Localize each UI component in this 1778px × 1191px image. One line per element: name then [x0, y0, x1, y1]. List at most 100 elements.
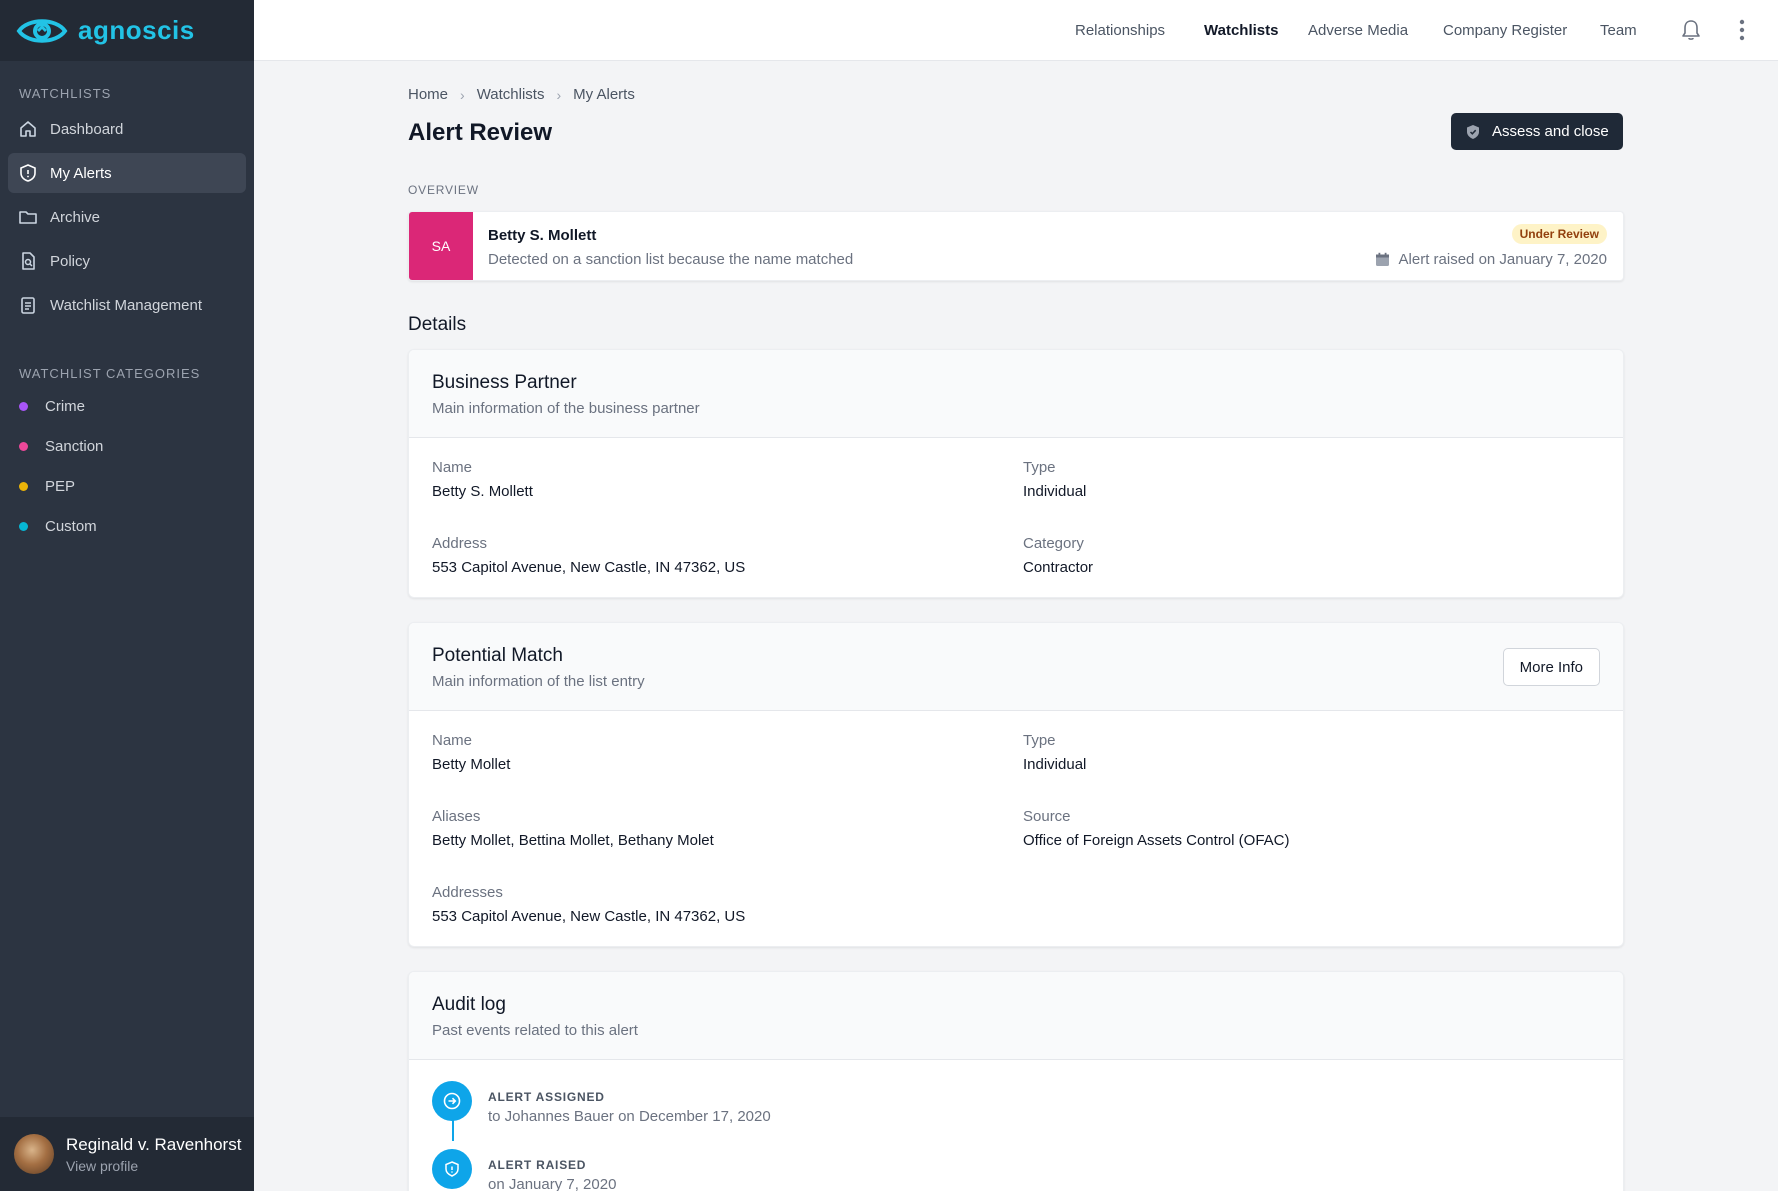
- category-label: Custom: [45, 518, 97, 535]
- alert-date-text: Alert raised on January 7, 2020: [1398, 251, 1607, 268]
- top-navbar: Relationships Watchlists Adverse Media C…: [254, 0, 1778, 61]
- card-title: Audit log: [432, 994, 506, 1015]
- card-header: Potential Match Main information of the …: [409, 623, 1623, 711]
- breadcrumb-home[interactable]: Home: [408, 86, 448, 103]
- nav-adverse-media[interactable]: Adverse Media: [1308, 22, 1408, 39]
- profile-name: Reginald v. Ravenhorst: [66, 1134, 242, 1154]
- more-vertical-icon[interactable]: [1738, 18, 1746, 42]
- field-value-aliases: Betty Mollet, Bettina Mollet, Bethany Mo…: [432, 832, 714, 849]
- card-title: Potential Match: [432, 645, 563, 666]
- page-title: Alert Review: [408, 119, 553, 146]
- category-sanction[interactable]: Sanction: [19, 438, 103, 455]
- field-value-type: Individual: [1023, 756, 1087, 773]
- field-label-type: Type: [1023, 732, 1056, 749]
- avatar: [14, 1134, 54, 1174]
- field-label-address: Address: [432, 535, 488, 552]
- sidebar-section-watchlists: WATCHLISTS: [19, 86, 112, 101]
- clipboard-icon: [21, 297, 35, 314]
- sidebar: agnoscis WATCHLISTS Dashboard My Alerts …: [0, 0, 254, 1191]
- bell-icon[interactable]: [1680, 18, 1702, 42]
- audit-log-card: Audit log Past events related to this al…: [408, 971, 1624, 1191]
- potential-match-card: Potential Match Main information of the …: [408, 622, 1624, 947]
- category-dot: [19, 482, 28, 491]
- assess-and-close-button[interactable]: Assess and close: [1451, 113, 1623, 150]
- nav-team[interactable]: Team: [1600, 22, 1637, 39]
- sidebar-item-label: My Alerts: [50, 164, 112, 182]
- sidebar-item-dashboard[interactable]: Dashboard: [8, 109, 246, 149]
- field-label-addresses: Addresses: [432, 884, 503, 901]
- user-profile[interactable]: Reginald v. Ravenhorst View profile: [0, 1117, 254, 1191]
- shield-check-icon: [1467, 125, 1479, 139]
- field-label-name: Name: [432, 732, 473, 749]
- timeline-marker: [432, 1149, 472, 1189]
- more-info-button[interactable]: More Info: [1502, 648, 1600, 686]
- arrow-circle-right-icon: [443, 1092, 461, 1110]
- field-value-name: Betty S. Mollett: [432, 483, 533, 500]
- sidebar-item-policy[interactable]: Policy: [8, 241, 246, 281]
- status-badge: Under Review: [1511, 224, 1607, 244]
- field-value-type: Individual: [1023, 483, 1087, 500]
- breadcrumb-my-alerts[interactable]: My Alerts: [573, 86, 635, 103]
- nav-company-register[interactable]: Company Register: [1443, 22, 1567, 39]
- sidebar-item-archive[interactable]: Archive: [8, 197, 246, 237]
- sidebar-section-categories: WATCHLIST CATEGORIES: [19, 366, 201, 381]
- sidebar-item-label: Dashboard: [50, 120, 124, 138]
- nav-relationships[interactable]: Relationships: [1075, 22, 1165, 39]
- overview-label: OVERVIEW: [408, 183, 479, 197]
- shield-icon: [445, 1161, 459, 1177]
- sidebar-item-my-alerts[interactable]: My Alerts: [8, 153, 246, 193]
- overview-card[interactable]: SA Betty S. Mollett Detected on a sancti…: [408, 211, 1624, 281]
- field-label-name: Name: [432, 459, 473, 476]
- field-label-aliases: Aliases: [432, 808, 481, 825]
- category-label: PEP: [45, 478, 76, 495]
- timeline-event-title: ALERT ASSIGNED: [488, 1090, 605, 1104]
- sidebar-item-watchlist-management[interactable]: Watchlist Management: [8, 285, 246, 325]
- field-value-category: Contractor: [1023, 559, 1094, 576]
- alert-date: Alert raised on January 7, 2020: [1375, 251, 1607, 268]
- field-value-address: 553 Capitol Avenue, New Castle, IN 47362…: [432, 559, 746, 576]
- shield-icon: [20, 164, 36, 182]
- calendar-icon: [1375, 252, 1389, 266]
- card-header: Audit log Past events related to this al…: [409, 972, 1623, 1060]
- breadcrumb: Home › Watchlists › My Alerts: [408, 86, 635, 103]
- category-label: Crime: [45, 398, 85, 415]
- view-profile-link[interactable]: View profile: [66, 1158, 241, 1174]
- breadcrumb-watchlists[interactable]: Watchlists: [477, 86, 545, 103]
- logo-text: agnoscis: [78, 15, 195, 45]
- business-partner-card: Business Partner Main information of the…: [408, 349, 1624, 598]
- timeline-event-desc: to Johannes Bauer on December 17, 2020: [488, 1108, 771, 1125]
- field-label-source: Source: [1023, 808, 1071, 825]
- sidebar-item-label: Policy: [50, 252, 91, 270]
- field-value-addresses: 553 Capitol Avenue, New Castle, IN 47362…: [432, 908, 746, 925]
- card-subtitle: Past events related to this alert: [432, 1022, 638, 1039]
- category-crime[interactable]: Crime: [19, 398, 85, 415]
- category-custom[interactable]: Custom: [19, 518, 97, 535]
- field-value-name: Betty Mollet: [432, 756, 511, 773]
- folder-icon: [19, 211, 37, 224]
- chevron-right-icon: ›: [460, 86, 465, 103]
- sidebar-item-label: Watchlist Management: [50, 296, 203, 314]
- sidebar-item-label: Archive: [50, 208, 101, 226]
- logo[interactable]: agnoscis: [0, 0, 254, 61]
- timeline-event-desc: on January 7, 2020: [488, 1176, 617, 1191]
- nav-watchlists[interactable]: Watchlists: [1204, 22, 1278, 39]
- field-value-source: Office of Foreign Assets Control (OFAC): [1023, 832, 1290, 849]
- chevron-right-icon: ›: [556, 86, 562, 103]
- category-dot: [19, 402, 28, 411]
- timeline-event-title: ALERT RAISED: [488, 1158, 587, 1172]
- document-search-icon: [22, 252, 35, 270]
- card-title: Business Partner: [432, 372, 577, 393]
- category-label: Sanction: [45, 438, 104, 455]
- overview-description: Detected on a sanction list because the …: [488, 251, 854, 268]
- category-dot: [19, 442, 28, 451]
- card-subtitle: Main information of the list entry: [432, 673, 645, 690]
- category-pep[interactable]: PEP: [19, 478, 75, 495]
- timeline-marker: [432, 1081, 472, 1121]
- details-title: Details: [408, 314, 467, 335]
- card-subtitle: Main information of the business partner: [432, 400, 700, 417]
- category-dot: [19, 522, 28, 531]
- field-label-category: Category: [1023, 535, 1084, 552]
- eye-logo-icon: [16, 18, 68, 43]
- list-badge: SA: [409, 212, 473, 280]
- overview-name: Betty S. Mollett: [488, 227, 597, 244]
